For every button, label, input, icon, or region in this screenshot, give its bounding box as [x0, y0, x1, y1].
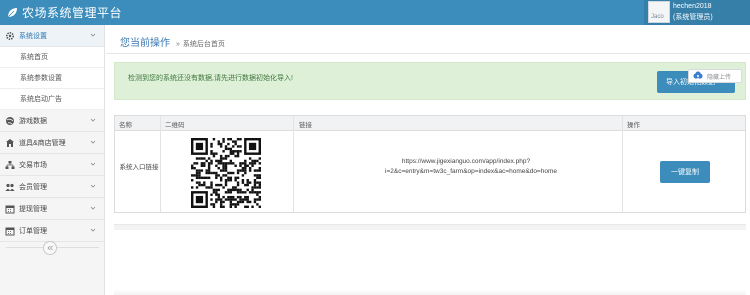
app-logo[interactable]: 农场系统管理平台 — [6, 4, 122, 21]
sidebar-group-label: 系统设置 — [19, 32, 47, 40]
shop-icon — [5, 138, 15, 148]
chevron-down-icon — [90, 228, 96, 232]
breadcrumb-current: 您当前操作 — [120, 38, 170, 49]
sidebar-group-withdrawals[interactable]: 提现管理 — [0, 198, 104, 220]
breadcrumb-separator: » — [176, 41, 180, 48]
sidebar-group-label: 游戏数据 — [19, 117, 47, 125]
sidebar-collapse-button[interactable] — [43, 241, 57, 255]
chevron-down-icon — [90, 140, 96, 144]
bottom-edge — [114, 290, 746, 295]
sidebar-group-system-settings[interactable]: 系统设置 — [0, 25, 104, 47]
leaf-icon — [7, 7, 17, 17]
chevron-down-icon — [90, 33, 96, 37]
qr-code-image — [191, 138, 261, 208]
upload-helper-label: 隐藏上传 — [707, 74, 732, 81]
sidebar-group-label: 会员管理 — [19, 183, 47, 191]
calendar-icon — [5, 204, 15, 214]
user-role: (系统管理员) — [673, 14, 713, 21]
column-header-link: 链接 — [299, 122, 312, 129]
alert-message: 检测到您的系统还没有数据,请先进行数据初始化导入! — [128, 75, 293, 82]
sidebar: 系统设置 系统首页 系统参数设置 系统启动广告 游戏数据 道具&商店管理 交易市… — [0, 25, 105, 295]
row-name-cell: 系统入口链接 — [119, 164, 159, 171]
cloud-icon — [693, 71, 703, 79]
entry-link-table: 名称 二维码 链接 操作 系统入口链接 https://www.jigexian… — [114, 115, 746, 213]
main-content: 您当前操作 » 系统后台首页 检测到您的系统还没有数据,请先进行数据初始化导入!… — [106, 25, 750, 295]
sidebar-group-label: 交易市场 — [19, 161, 47, 169]
sidebar-group-members[interactable]: 会员管理 — [0, 176, 104, 198]
sidebar-item-system-params[interactable]: 系统参数设置 — [0, 68, 104, 89]
chevron-down-icon — [90, 118, 96, 122]
top-header: 农场系统管理平台 Jaco hechen2018 (系统管理员) — [0, 0, 750, 25]
avatar[interactable]: Jaco — [648, 1, 670, 23]
hierarchy-icon — [5, 160, 15, 170]
breadcrumb-divider — [106, 53, 750, 54]
horizontal-scrollbar[interactable] — [114, 224, 746, 230]
sidebar-group-label: 道具&商店管理 — [19, 139, 66, 147]
sidebar-item-startup-ads[interactable]: 系统启动广告 — [0, 89, 104, 110]
column-header-name: 名称 — [119, 122, 132, 129]
copy-link-button[interactable]: 一键复制 — [660, 161, 710, 183]
init-data-alert: 检测到您的系统还没有数据,请先进行数据初始化导入! 导入初始化数据 — [114, 62, 746, 100]
column-divider — [293, 116, 294, 212]
upload-helper-widget[interactable]: 隐藏上传 — [688, 69, 742, 83]
sidebar-group-game-data[interactable]: 游戏数据 — [0, 110, 104, 132]
column-divider — [160, 116, 161, 212]
user-menu[interactable]: Jaco hechen2018 (系统管理员) — [644, 0, 750, 25]
breadcrumb: 您当前操作 » 系统后台首页 — [120, 34, 225, 49]
app-title: 农场系统管理平台 — [22, 6, 123, 20]
table-header: 名称 二维码 链接 操作 — [115, 116, 745, 131]
chevron-down-icon — [90, 184, 96, 188]
calendar-icon — [5, 226, 15, 236]
gear-icon — [5, 31, 15, 41]
row-link-cell[interactable]: https://www.jigexianguo.com/app/index.ph… — [385, 157, 557, 177]
column-header-action: 操作 — [627, 122, 640, 129]
avatar-text: Jaco — [651, 14, 664, 20]
sidebar-group-orders[interactable]: 订单管理 — [0, 220, 104, 242]
user-name: hechen2018 — [673, 3, 712, 10]
chevron-down-icon — [90, 206, 96, 210]
sidebar-group-items-shop[interactable]: 道具&商店管理 — [0, 132, 104, 154]
users-icon — [5, 182, 15, 192]
column-divider — [622, 116, 623, 212]
globe-icon — [5, 116, 15, 126]
sidebar-item-system-home[interactable]: 系统首页 — [0, 47, 104, 68]
chevron-down-icon — [90, 162, 96, 166]
sidebar-group-label: 提现管理 — [19, 205, 47, 213]
breadcrumb-page[interactable]: 系统后台首页 — [183, 39, 225, 49]
column-header-qrcode: 二维码 — [165, 122, 185, 129]
double-chevron-left-icon — [47, 245, 53, 251]
sidebar-group-label: 订单管理 — [19, 227, 47, 235]
sidebar-group-market[interactable]: 交易市场 — [0, 154, 104, 176]
